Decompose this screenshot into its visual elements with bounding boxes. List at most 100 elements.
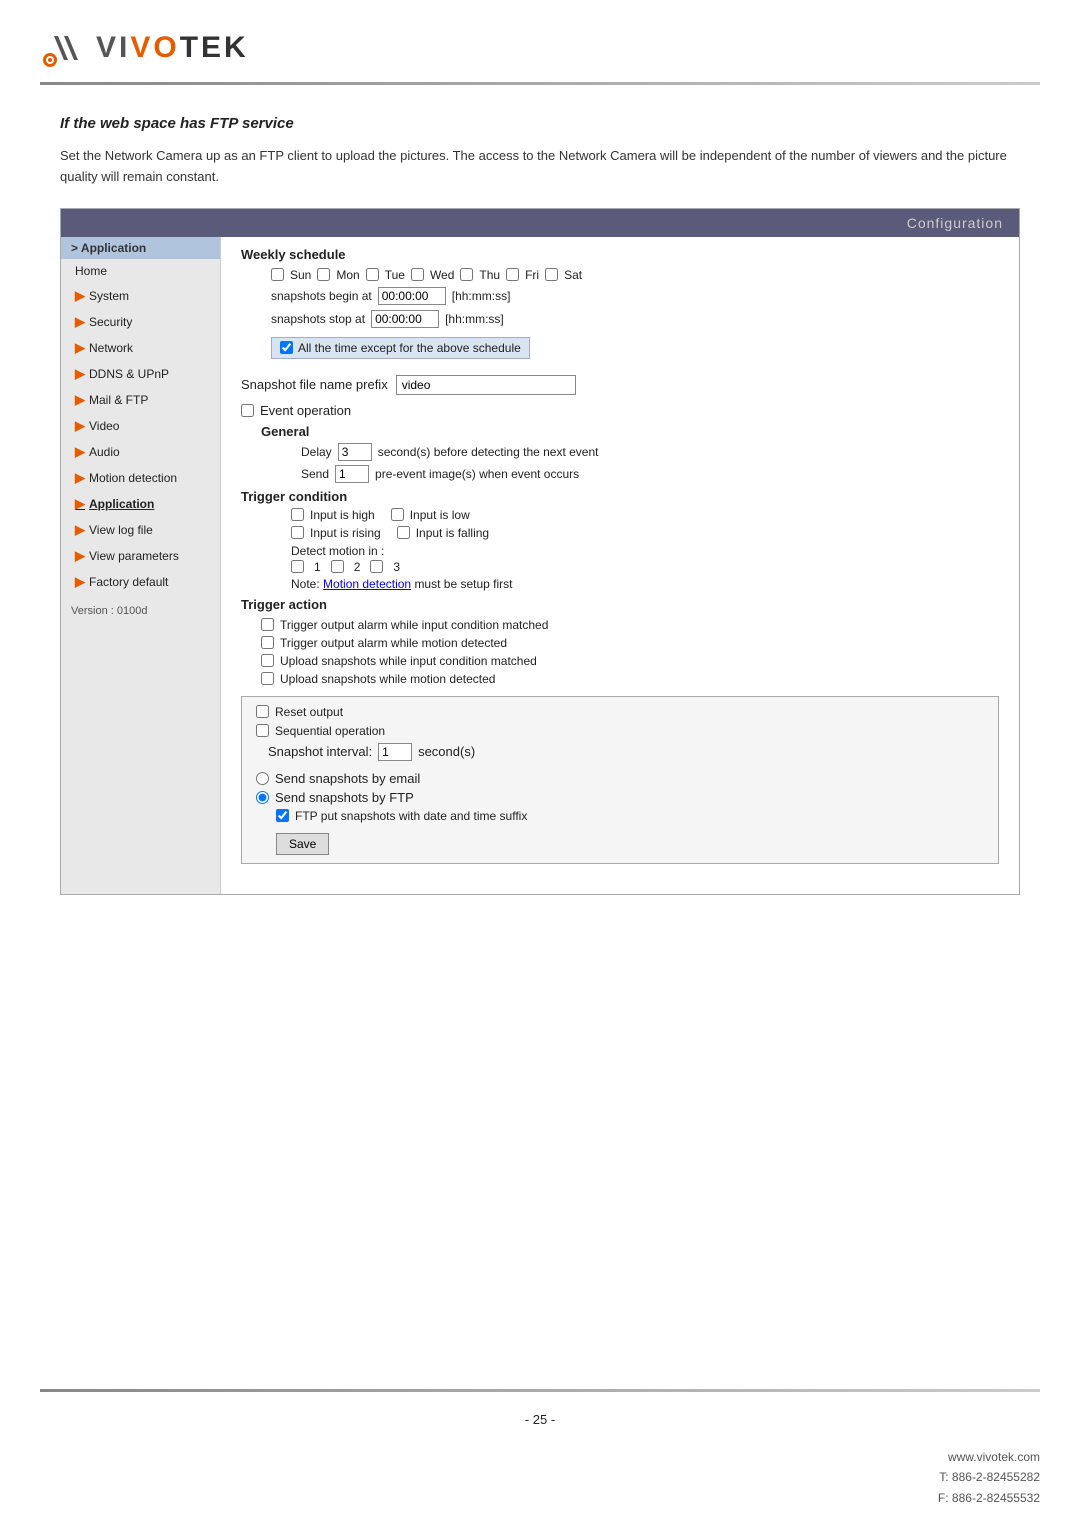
sidebar-item-label: Mail & FTP <box>89 393 148 407</box>
save-button[interactable]: Save <box>276 833 329 855</box>
sidebar-item-application[interactable]: ▶ Application <box>61 491 220 517</box>
send-label: Send <box>301 467 329 481</box>
checkbox-upload-motion[interactable] <box>261 672 274 685</box>
sidebar-item-factorydefault[interactable]: ▶ Factory default <box>61 569 220 595</box>
sidebar-item-label: Video <box>89 419 119 433</box>
sidebar-item-system[interactable]: ▶ System <box>61 283 220 309</box>
snapshots-begin-input[interactable] <box>378 287 446 305</box>
sidebar-item-viewparams[interactable]: ▶ View parameters <box>61 543 220 569</box>
bullet-icon: ▶ <box>75 366 85 382</box>
checkbox-event-operation[interactable] <box>241 404 254 417</box>
logo: VIVOTEK <box>40 24 249 72</box>
config-header-label: Configuration <box>61 209 1019 237</box>
radio-send-ftp[interactable] <box>256 791 269 804</box>
checkbox-detect-2[interactable] <box>331 560 344 573</box>
radio-send-email[interactable] <box>256 772 269 785</box>
checkbox-tue[interactable] <box>366 268 379 281</box>
checkbox-thu[interactable] <box>460 268 473 281</box>
sidebar-item-label: Network <box>89 341 133 355</box>
checkbox-ftp-date-time[interactable] <box>276 809 289 822</box>
checkbox-detect-3[interactable] <box>370 560 383 573</box>
snapshots-stop-unit: [hh:mm:ss] <box>445 312 504 326</box>
detect-3-label: 3 <box>393 560 400 574</box>
checkbox-input-rising[interactable] <box>291 526 304 539</box>
checkbox-all-time[interactable] <box>280 341 293 354</box>
snapshot-interval-input[interactable] <box>378 743 412 761</box>
delay-label: Delay <box>301 445 332 459</box>
checkbox-mon[interactable] <box>317 268 330 281</box>
note-row: Note: Motion detection must be setup fir… <box>251 577 999 591</box>
event-operation-label: Event operation <box>260 403 351 418</box>
motion-detection-link[interactable]: Motion detection <box>323 577 411 591</box>
send-row: Send pre-event image(s) when event occur… <box>241 465 999 483</box>
checkbox-sequential-operation[interactable] <box>256 724 269 737</box>
sidebar-item-audio[interactable]: ▶ Audio <box>61 439 220 465</box>
footer-contact: www.vivotek.com T: 886-2-82455282 F: 886… <box>938 1447 1040 1508</box>
input-high-low-row: Input is high Input is low <box>251 508 999 522</box>
detect-1-label: 1 <box>314 560 321 574</box>
trigger-action-item-2: Upload snapshots while input condition m… <box>241 654 999 668</box>
section-description: Set the Network Camera up as an FTP clie… <box>60 146 1020 188</box>
label-wed: Wed <box>430 268 454 282</box>
sidebar-item-network[interactable]: ▶ Network <box>61 335 220 361</box>
sidebar-item-label: Application <box>89 497 154 511</box>
weekly-schedule-label: Weekly schedule <box>241 247 999 262</box>
snapshots-stop-row: snapshots stop at [hh:mm:ss] <box>241 310 999 328</box>
sidebar-item-label: DDNS & UPnP <box>89 367 169 381</box>
send-ftp-label: Send snapshots by FTP <box>275 790 414 805</box>
snapshot-interval-label: Snapshot interval: <box>268 744 372 759</box>
sidebar-item-video[interactable]: ▶ Video <box>61 413 220 439</box>
sidebar-item-motion[interactable]: ▶ Motion detection <box>61 465 220 491</box>
checkbox-reset-output[interactable] <box>256 705 269 718</box>
sidebar-item-label: Factory default <box>89 575 168 589</box>
send-unit: pre-event image(s) when event occurs <box>375 467 579 481</box>
checkbox-fri[interactable] <box>506 268 519 281</box>
note-text: Note: <box>291 577 320 591</box>
sidebar-item-label: System <box>89 289 129 303</box>
sidebar-item-mail-ftp[interactable]: ▶ Mail & FTP <box>61 387 220 413</box>
input-rising-label: Input is rising <box>310 526 381 540</box>
bullet-icon: ▶ <box>75 392 85 408</box>
sidebar-item-security[interactable]: ▶ Security <box>61 309 220 335</box>
sidebar-item-ddns[interactable]: ▶ DDNS & UPnP <box>61 361 220 387</box>
sidebar-item-label: Home <box>75 264 107 278</box>
sequential-operation-row: Sequential operation <box>256 724 984 738</box>
label-mon: Mon <box>336 268 359 282</box>
sidebar: > Application Home ▶ System ▶ Security ▶ <box>61 237 221 894</box>
delay-input[interactable] <box>338 443 372 461</box>
sidebar-item-label: Security <box>89 315 132 329</box>
input-falling-label: Input is falling <box>416 526 489 540</box>
bottom-box: Reset output Sequential operation Snapsh… <box>241 696 999 864</box>
checkbox-input-low[interactable] <box>391 508 404 521</box>
sidebar-item-viewlog[interactable]: ▶ View log file <box>61 517 220 543</box>
bullet-icon: ▶ <box>75 418 85 434</box>
checkbox-trigger-alarm-input[interactable] <box>261 618 274 631</box>
checkbox-sun[interactable] <box>271 268 284 281</box>
checkbox-sat[interactable] <box>545 268 558 281</box>
checkbox-trigger-alarm-motion[interactable] <box>261 636 274 649</box>
trigger-action-label-1: Trigger output alarm while motion detect… <box>280 636 507 650</box>
trigger-condition-label: Trigger condition <box>241 489 999 504</box>
bullet-icon: ▶ <box>75 314 85 330</box>
sidebar-item-home[interactable]: Home <box>61 259 220 283</box>
checkbox-input-high[interactable] <box>291 508 304 521</box>
snapshots-begin-unit: [hh:mm:ss] <box>452 289 511 303</box>
snapshots-begin-row: snapshots begin at [hh:mm:ss] <box>241 287 999 305</box>
all-time-label: All the time except for the above schedu… <box>298 341 521 355</box>
send-options: Send snapshots by email Send snapshots b… <box>256 771 984 855</box>
send-input[interactable] <box>335 465 369 483</box>
bullet-icon: ▶ <box>75 288 85 304</box>
checkbox-wed[interactable] <box>411 268 424 281</box>
checkbox-upload-input[interactable] <box>261 654 274 667</box>
checkbox-input-falling[interactable] <box>397 526 410 539</box>
snapshot-prefix-input[interactable] <box>396 375 576 395</box>
event-operation-row: Event operation <box>241 403 999 418</box>
bullet-icon: ▶ <box>75 340 85 356</box>
sidebar-item-label: View parameters <box>89 549 179 563</box>
bullet-icon: ▶ <box>75 496 85 512</box>
input-high-label: Input is high <box>310 508 375 522</box>
section-title: If the web space has FTP service <box>60 115 1020 132</box>
delay-row: Delay second(s) before detecting the nex… <box>241 443 999 461</box>
snapshots-stop-input[interactable] <box>371 310 439 328</box>
checkbox-detect-1[interactable] <box>291 560 304 573</box>
